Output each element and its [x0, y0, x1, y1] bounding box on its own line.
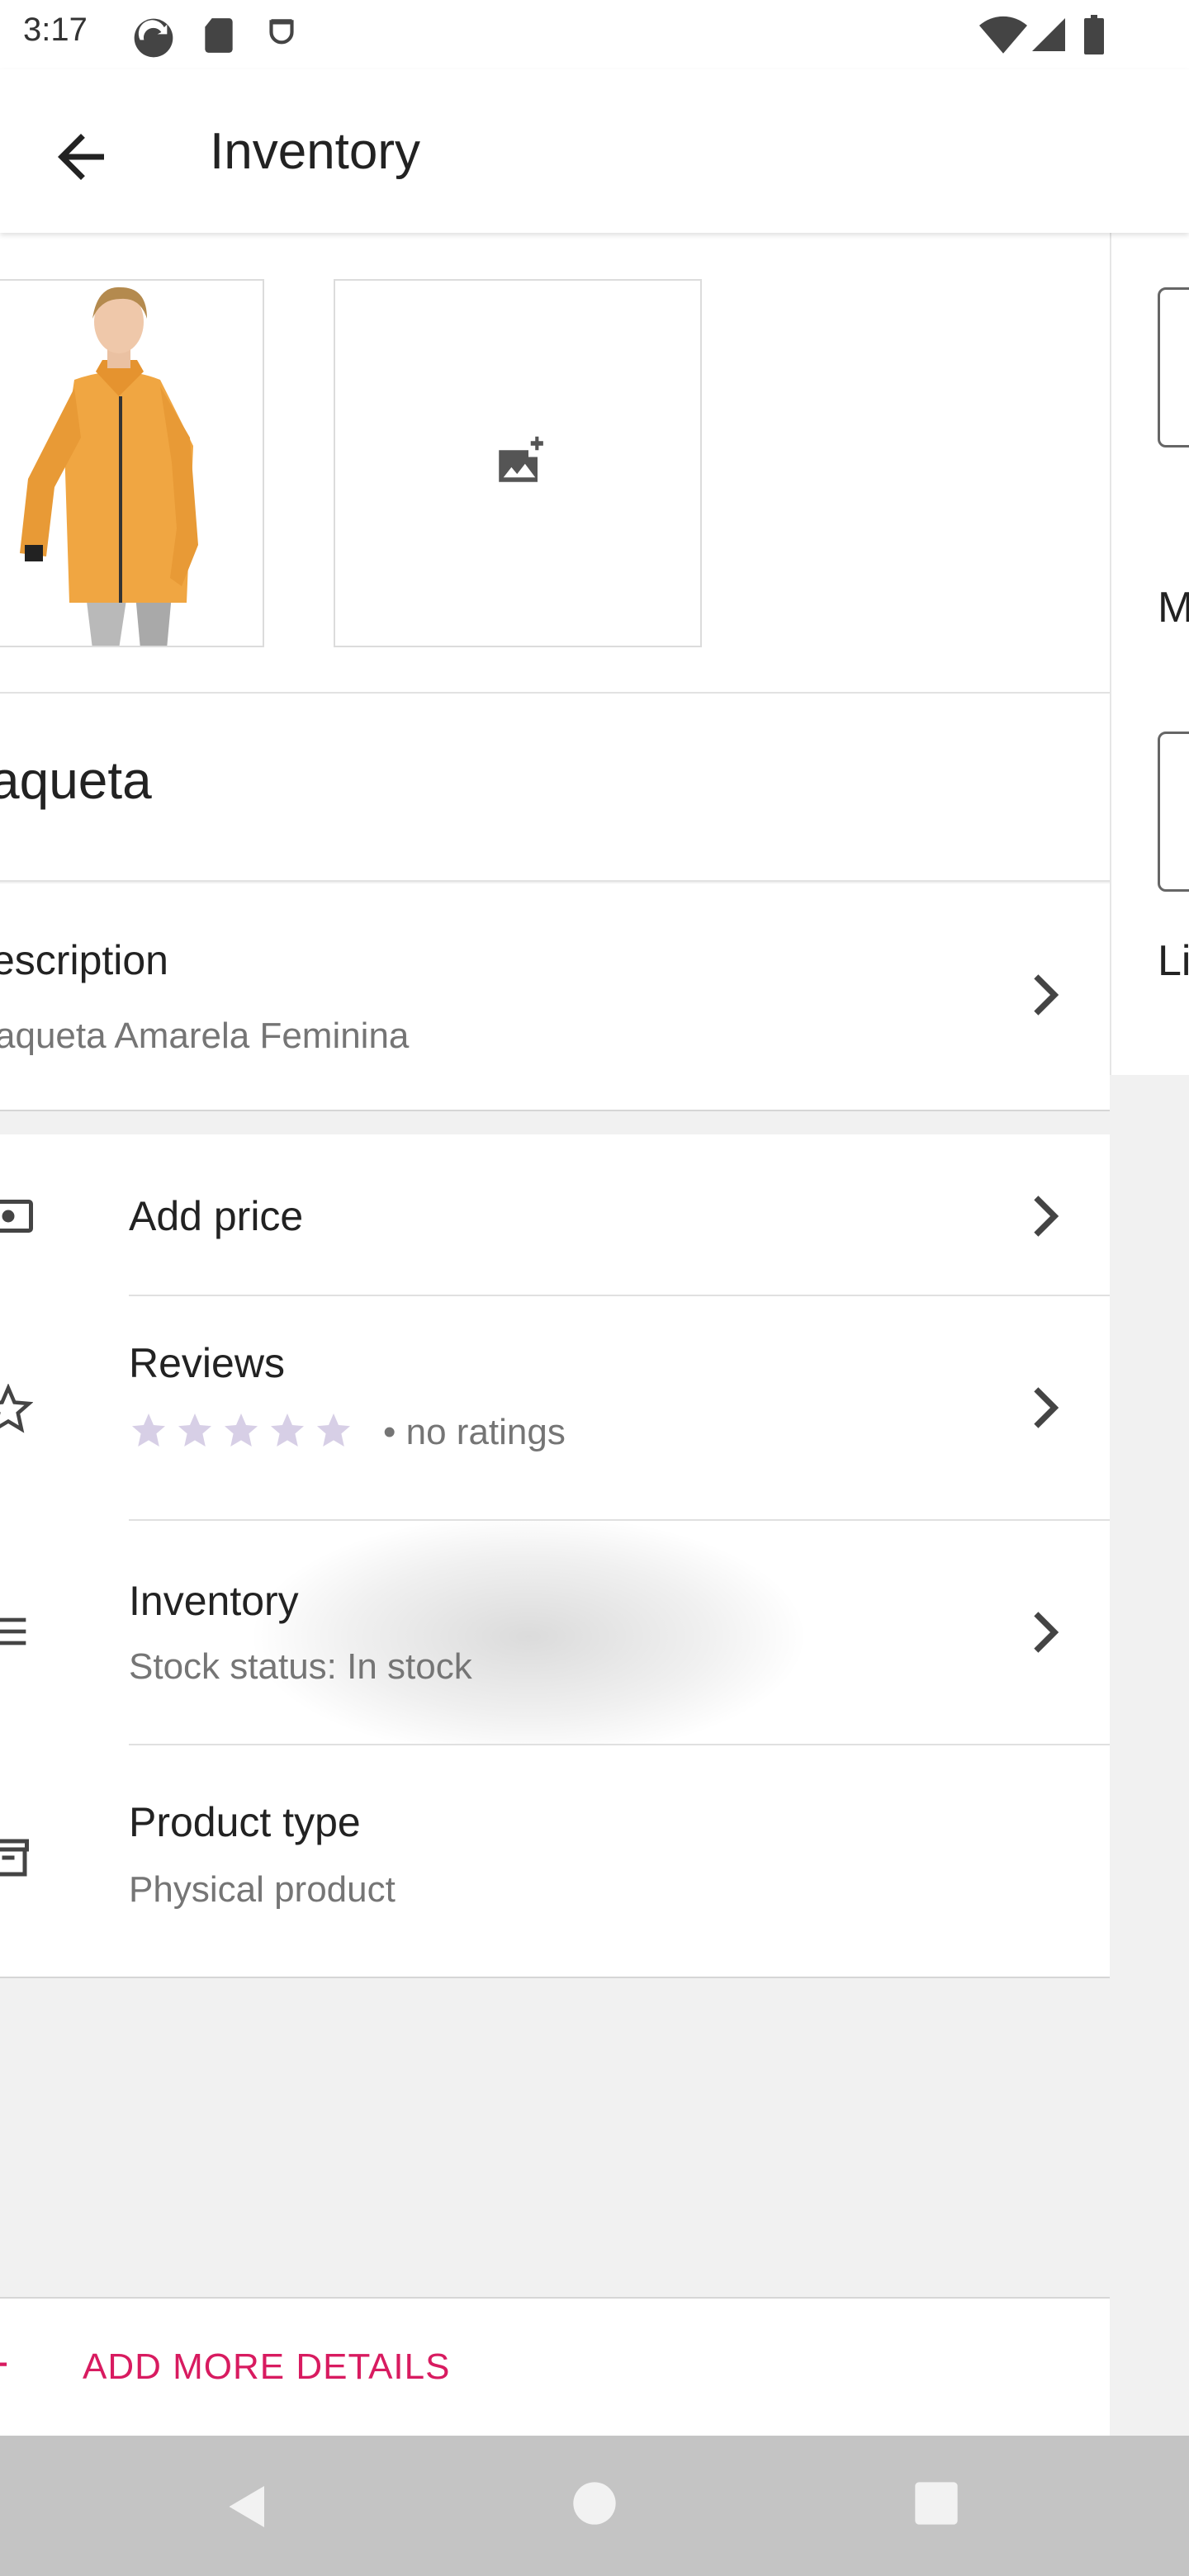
adjacent-field-box[interactable]: [1158, 287, 1189, 447]
nav-back-icon[interactable]: [223, 2480, 272, 2533]
nav-home-icon[interactable]: [571, 2480, 618, 2526]
product-title-field[interactable]: aqueta: [0, 692, 1110, 882]
status-bar: 3:17: [0, 0, 1189, 69]
page-title: Inventory: [210, 123, 421, 180]
photo-gallery: [0, 233, 1110, 692]
product-type-row[interactable]: Product type Physical product: [0, 1745, 1110, 1977]
wifi-icon: [979, 16, 1027, 54]
rating-stars: [129, 1410, 353, 1450]
nav-recents-icon[interactable]: [913, 2480, 959, 2526]
add-photo-button[interactable]: [334, 279, 702, 647]
list-icon: [0, 1617, 26, 1646]
chevron-right-icon: [1034, 974, 1059, 1016]
sync-icon: [134, 18, 173, 58]
jacket-photo-image: [0, 281, 263, 646]
stock-status: Stock status: In stock: [129, 1646, 472, 1687]
chevron-right-icon: [1034, 1387, 1059, 1428]
shield-icon: [269, 19, 294, 45]
status-time: 3:17: [23, 12, 88, 48]
description-label: escription: [0, 937, 168, 983]
ratings-text: • no ratings: [383, 1412, 566, 1452]
product-type-value: Physical product: [129, 1869, 396, 1910]
add-more-details-button[interactable]: + ADD MORE DETAILS: [0, 2297, 1110, 2436]
system-nav-bar: [0, 2436, 1189, 2576]
adjacent-label-2: Li: [1158, 937, 1189, 985]
arrow-back-icon: [58, 134, 104, 180]
add-price-row[interactable]: Add price: [0, 1134, 1110, 1296]
reviews-row[interactable]: Reviews • no ratings: [0, 1296, 1110, 1521]
sd-card-icon: [205, 18, 233, 53]
product-detail-panel: aqueta escription aqueta Amarela Feminin…: [0, 233, 1110, 2436]
reviews-label: Reviews: [129, 1340, 285, 1386]
product-photo[interactable]: [0, 279, 264, 647]
app-bar: Inventory: [0, 69, 1189, 233]
adjacent-panel: M Li: [1110, 233, 1189, 1075]
inventory-row[interactable]: Inventory Stock status: In stock: [0, 1521, 1110, 1745]
description-row[interactable]: escription aqueta Amarela Feminina: [0, 883, 1110, 1111]
plus-icon: +: [0, 2340, 9, 2389]
inventory-label: Inventory: [129, 1578, 299, 1624]
add-price-label: Add price: [129, 1193, 304, 1239]
price-tag-icon: [0, 1200, 33, 1233]
star-outline-icon: [0, 1384, 33, 1433]
product-settings-list: Add price Reviews • no ratings Inventory…: [0, 1134, 1110, 1978]
touch-ripple: [248, 1521, 809, 1745]
chevron-right-icon: [1034, 1612, 1059, 1653]
chevron-right-icon: [1034, 1196, 1059, 1237]
back-button[interactable]: [46, 122, 116, 192]
battery-icon: [1084, 15, 1104, 54]
star-icon: [132, 1413, 165, 1447]
add-photo-icon: [499, 436, 543, 482]
star-icon: [271, 1413, 304, 1447]
product-type-label: Product type: [129, 1799, 361, 1845]
star-icon: [317, 1413, 350, 1447]
star-icon: [225, 1413, 258, 1447]
adjacent-label-1: M: [1158, 584, 1189, 632]
description-value: aqueta Amarela Feminina: [0, 1016, 410, 1056]
product-title: aqueta: [0, 751, 152, 810]
star-icon: [178, 1413, 211, 1447]
signal-icon: [1032, 18, 1065, 51]
adjacent-field-box[interactable]: [1158, 732, 1189, 892]
archive-icon: [0, 1839, 29, 1877]
add-more-details-label: ADD MORE DETAILS: [83, 2346, 451, 2387]
